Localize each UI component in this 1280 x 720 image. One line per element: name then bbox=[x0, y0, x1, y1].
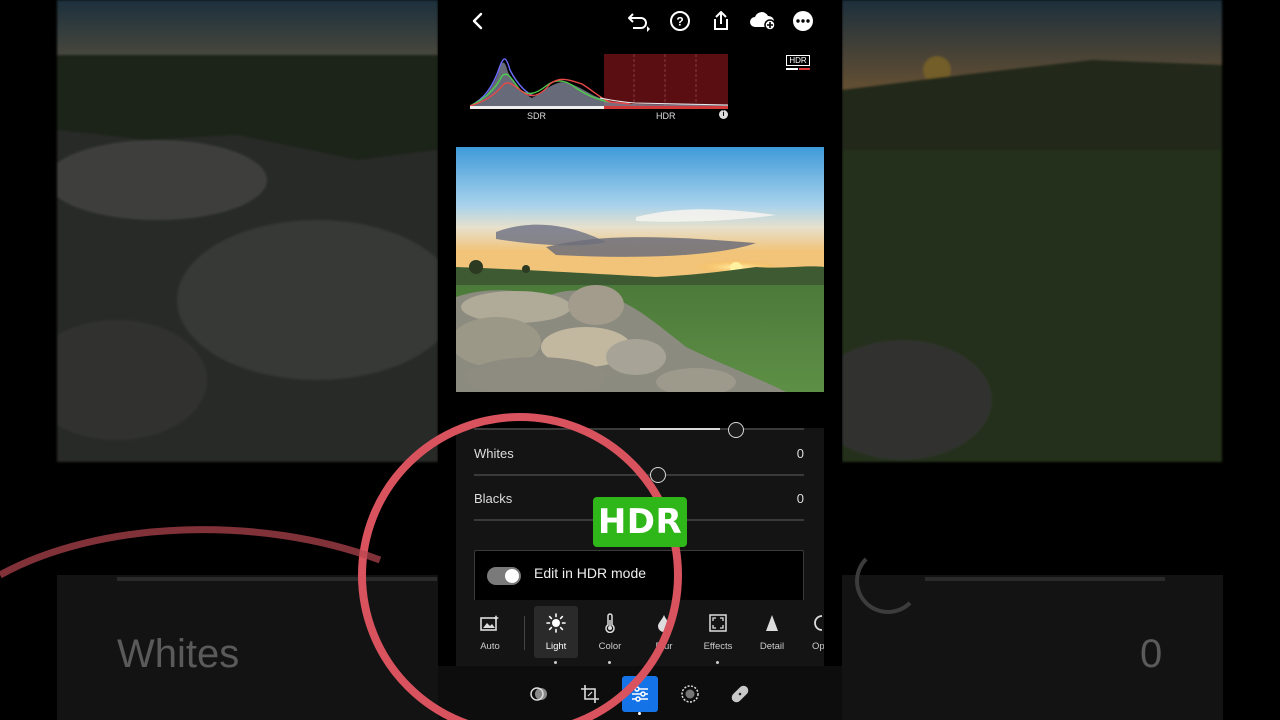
hdr-badge-icon[interactable]: HDR bbox=[786, 55, 810, 71]
optics-icon bbox=[800, 610, 824, 636]
hdr-badge-text: HDR bbox=[786, 55, 810, 66]
tool-color-label: Color bbox=[598, 641, 622, 652]
healing-icon[interactable] bbox=[722, 676, 758, 712]
hdr-mode-label: Edit in HDR mode bbox=[534, 565, 647, 581]
whites-track[interactable] bbox=[474, 474, 804, 476]
back-icon[interactable] bbox=[466, 9, 490, 33]
tool-detail[interactable]: Detail bbox=[750, 606, 794, 658]
bottom-toolbar bbox=[438, 666, 842, 720]
crop-icon[interactable] bbox=[572, 676, 608, 712]
tool-color-dot bbox=[608, 661, 611, 664]
tool-effects[interactable]: Effects bbox=[696, 606, 740, 664]
tool-optics[interactable]: Op bbox=[800, 606, 824, 658]
sun-icon bbox=[534, 610, 578, 636]
tool-light-dot bbox=[554, 661, 557, 664]
undo-icon[interactable] bbox=[627, 9, 651, 33]
background-photo-left bbox=[57, 0, 438, 462]
effects-frame-icon bbox=[696, 610, 740, 636]
blacks-label: Blacks bbox=[474, 491, 513, 506]
previous-slider-thumb[interactable] bbox=[728, 422, 744, 438]
auto-image-icon bbox=[468, 610, 512, 636]
thermometer-icon bbox=[588, 610, 632, 636]
masking-icon[interactable] bbox=[672, 676, 708, 712]
tool-light-label: Light bbox=[545, 641, 567, 652]
edit-tool-strip: Auto Light Color Blur Effects Detail Op bbox=[456, 600, 824, 666]
tool-detail-label: Detail bbox=[759, 641, 785, 652]
background-track-right bbox=[925, 577, 1165, 581]
cloud-add-icon[interactable] bbox=[749, 9, 777, 33]
active-tab-dot bbox=[638, 712, 641, 715]
sdr-label: SDR bbox=[527, 111, 547, 121]
tool-effects-label: Effects bbox=[703, 641, 733, 652]
info-icon[interactable]: i bbox=[719, 110, 728, 119]
tool-auto-label: Auto bbox=[480, 641, 500, 652]
drop-icon bbox=[642, 610, 686, 636]
whites-value[interactable]: 0 bbox=[797, 446, 804, 461]
background-knob bbox=[855, 548, 921, 614]
previous-slider-fill bbox=[640, 428, 720, 430]
photo-preview[interactable] bbox=[456, 147, 824, 392]
background-track-left bbox=[117, 577, 437, 581]
tool-auto[interactable]: Auto bbox=[468, 606, 512, 658]
background-photo-right bbox=[842, 0, 1222, 462]
whites-label: Whites bbox=[474, 446, 514, 461]
tool-optics-label: Op bbox=[812, 641, 824, 652]
top-toolbar: ? bbox=[438, 0, 842, 42]
background-whites-label: Whites bbox=[117, 632, 240, 676]
histogram-labels: SDR HDR i bbox=[470, 110, 728, 124]
presets-icon[interactable] bbox=[521, 676, 557, 712]
phone-screen: ? SDR HDR i HDR Whites 0 Blacks 0 Edit i… bbox=[438, 0, 842, 720]
triangle-icon bbox=[750, 610, 794, 636]
histogram bbox=[470, 54, 728, 109]
hdr-mode-toggle-row[interactable]: Edit in HDR mode bbox=[474, 550, 804, 604]
tool-blur[interactable]: Blur bbox=[642, 606, 686, 658]
previous-slider-track[interactable] bbox=[474, 428, 804, 430]
help-icon[interactable]: ? bbox=[668, 9, 692, 33]
edit-sliders-icon[interactable] bbox=[622, 676, 658, 712]
hdr-sticker: HDR bbox=[593, 497, 687, 547]
tool-color[interactable]: Color bbox=[588, 606, 632, 664]
tool-effects-dot bbox=[716, 661, 719, 664]
share-icon[interactable] bbox=[709, 9, 733, 33]
whites-thumb[interactable] bbox=[650, 467, 666, 483]
blacks-value[interactable]: 0 bbox=[797, 491, 804, 506]
svg-text:?: ? bbox=[676, 15, 683, 29]
tool-blur-label: Blur bbox=[655, 641, 673, 652]
hdr-mode-switch[interactable] bbox=[487, 567, 521, 585]
more-icon[interactable] bbox=[791, 9, 815, 33]
background-whites-value: 0 bbox=[1140, 632, 1163, 676]
switch-knob bbox=[505, 569, 519, 583]
tool-divider bbox=[524, 616, 525, 650]
hdr-label: HDR bbox=[656, 111, 676, 121]
tool-light[interactable]: Light bbox=[534, 606, 578, 664]
